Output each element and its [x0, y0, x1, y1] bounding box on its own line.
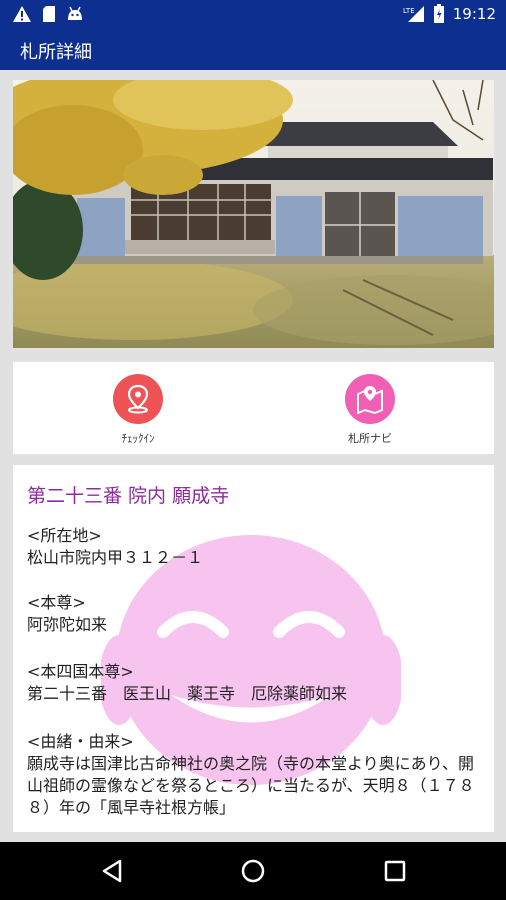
page-title: 札所詳細: [20, 42, 92, 63]
shikoku-value: 第二十三番 医王山 薬王寺 厄除薬師如来: [27, 684, 348, 703]
origin-label: <由緒・由来>: [27, 732, 134, 751]
deity-value: 阿弥陀如来: [27, 615, 108, 634]
warning-icon: [13, 6, 31, 22]
home-icon[interactable]: [239, 857, 267, 885]
map-pin-icon: [127, 384, 149, 414]
shikoku-label: <本四国本尊>: [27, 662, 134, 681]
temple-info-card: 第二十三番 院内 願成寺 <所在地> 松山市院内甲３１２－１ <本尊> 阿弥陀如…: [13, 465, 494, 832]
checkin-button[interactable]: ﾁｪｯｸｲﾝ: [68, 362, 208, 454]
back-icon[interactable]: [98, 857, 126, 885]
temple-photo: [13, 80, 494, 348]
status-bar: LTE 19:12: [0, 0, 506, 28]
navi-label: 札所ナビ: [348, 432, 392, 445]
recents-icon[interactable]: [381, 857, 409, 885]
location-value: 松山市院内甲３１２－１: [27, 548, 204, 567]
navi-button[interactable]: 札所ナビ: [300, 362, 440, 454]
temple-title: 第二十三番 院内 願成寺: [27, 485, 230, 507]
deity-label: <本尊>: [27, 593, 86, 612]
status-time: 19:12: [452, 5, 496, 23]
location-label: <所在地>: [27, 526, 102, 545]
navi-circle: [345, 374, 395, 424]
app-bar: 札所詳細: [0, 28, 506, 70]
map-icon: [357, 386, 383, 414]
lte-signal-icon: LTE: [403, 6, 424, 22]
svg-text:LTE: LTE: [403, 7, 415, 15]
origin-text: 願成寺は国津比古命神社の奥之院（寺の本堂より奥にあり、開山祖師の霊像などを祭ると…: [27, 754, 475, 817]
sd-card-icon: [43, 6, 55, 22]
navigation-bar: [0, 842, 506, 900]
battery-icon: [433, 4, 444, 23]
checkin-label: ﾁｪｯｸｲﾝ: [121, 432, 155, 445]
android-icon: [68, 6, 82, 20]
action-panel: ﾁｪｯｸｲﾝ 札所ナビ: [13, 362, 494, 454]
checkin-circle: [113, 374, 163, 424]
